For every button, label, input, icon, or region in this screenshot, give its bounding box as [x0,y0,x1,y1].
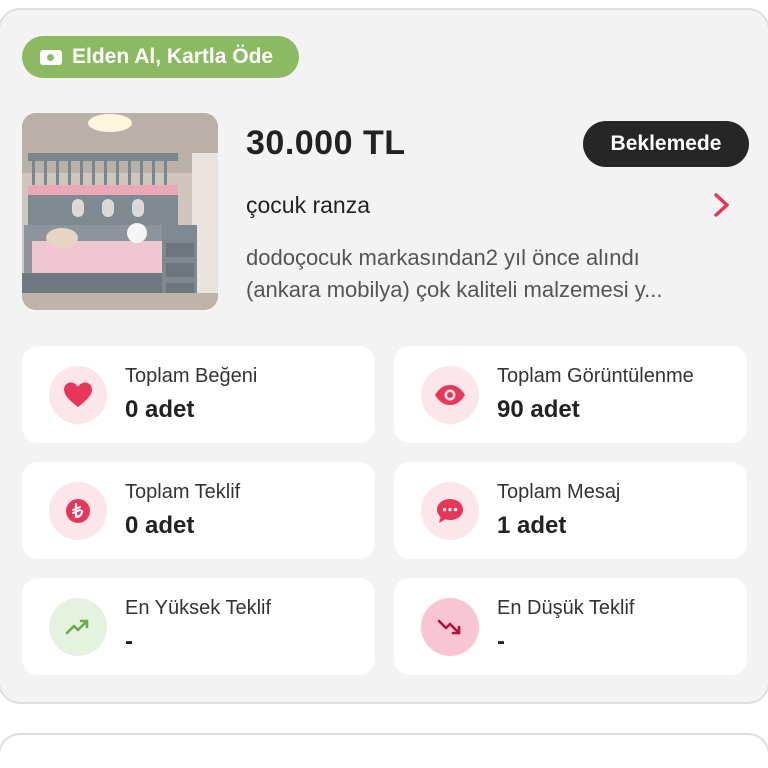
stat-lowest-offer: En Düşük Teklif - [394,578,747,675]
trend-up-icon [49,598,107,656]
listing-price: 30.000 TL [246,124,406,162]
message-icon [421,482,479,540]
cash-icon [40,49,62,65]
description-line-2: (ankara mobilya) çok kaliteli malzemesi … [246,277,663,302]
stat-value: 0 adet [125,396,195,423]
stat-label: Toplam Teklif [125,481,241,503]
stat-label: Toplam Beğeni [125,365,258,387]
stat-total-offers: Toplam Teklif 0 adet [22,462,375,559]
lira-icon [49,482,107,540]
stat-highest-offer: En Yüksek Teklif - [22,578,375,675]
eye-icon [421,366,479,424]
listing-title[interactable]: çocuk ranza [246,192,370,219]
stat-value: - [497,628,505,655]
listing-description: dodoçocuk markasından2 yıl önce alındı (… [246,242,746,306]
chevron-right-icon[interactable] [708,190,736,220]
description-line-1: dodoçocuk markasından2 yıl önce alındı [246,245,640,270]
delivery-badge-label: Elden Al, Kartla Öde [72,45,274,68]
stat-label: Toplam Mesaj [497,481,621,503]
heart-icon [49,366,107,424]
stat-total-views: Toplam Görüntülenme 90 adet [394,346,747,443]
delivery-badge: Elden Al, Kartla Öde [22,36,300,78]
trend-down-icon [421,598,479,656]
stat-label: En Yüksek Teklif [125,597,272,619]
bunk-bed-photo [22,113,218,310]
stat-value: - [125,628,133,655]
status-badge: Beklemede [583,121,749,167]
stat-value: 90 adet [497,396,580,423]
stat-label: Toplam Görüntülenme [497,365,694,387]
stat-value: 0 adet [125,512,195,539]
next-card[interactable] [0,733,768,768]
stat-value: 1 adet [497,512,567,539]
stat-total-likes: Toplam Beğeni 0 adet [22,346,375,443]
stat-total-messages: Toplam Mesaj 1 adet [394,462,747,559]
listing-photo[interactable] [22,113,218,310]
stat-label: En Düşük Teklif [497,597,635,619]
